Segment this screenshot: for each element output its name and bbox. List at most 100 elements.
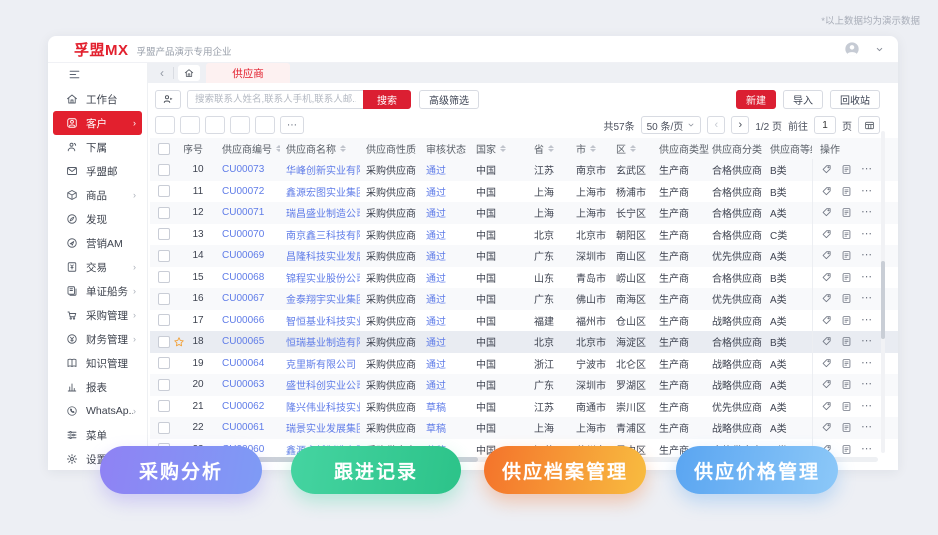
row-checkbox[interactable] bbox=[158, 228, 170, 241]
supplier-name-link[interactable]: 锦程实业股份公司 bbox=[280, 270, 360, 285]
sidebar-item[interactable]: 知识管理 › bbox=[53, 351, 142, 375]
next-page-button[interactable]: › bbox=[731, 116, 750, 134]
row-more-icon[interactable]: ⋯ bbox=[861, 250, 873, 261]
document-icon[interactable] bbox=[841, 293, 852, 304]
column-header[interactable]: 审核状态 bbox=[420, 141, 470, 156]
import-button[interactable]: 导入 bbox=[783, 89, 823, 109]
tag-icon[interactable] bbox=[821, 379, 832, 390]
tag-icon[interactable] bbox=[821, 401, 832, 412]
page-size-select[interactable]: 50 条/页 bbox=[640, 116, 702, 134]
sort-icon[interactable] bbox=[340, 144, 346, 153]
supplier-code-link[interactable]: CU00063 bbox=[212, 379, 280, 390]
supplier-name-link[interactable]: 鑫源宏图实业集团 bbox=[280, 184, 360, 199]
恒瑞基业制造有限...[interactable]: 18 CU00065 恒瑞基业制造有限... 采购供应商 通过 中国 北京 北京… bbox=[150, 331, 898, 353]
supplier-name-link[interactable]: 克里斯有限公司 bbox=[280, 356, 360, 371]
昌隆科技实业发展...[interactable]: 14 CU00069 昌隆科技实业发展... 采购供应商 通过 中国 广东 深圳… bbox=[150, 245, 898, 267]
row-checkbox[interactable] bbox=[158, 163, 170, 176]
vertical-scrollbar-thumb[interactable] bbox=[881, 261, 885, 339]
row-checkbox[interactable] bbox=[158, 271, 170, 284]
row-more-icon[interactable]: ⋯ bbox=[861, 164, 873, 175]
star-icon[interactable] bbox=[173, 336, 184, 348]
sidebar-item[interactable]: 采购管理 › bbox=[53, 303, 142, 327]
南京鑫三科技有限...[interactable]: 13 CU00070 南京鑫三科技有限... 采购供应商 通过 中国 北京 北京… bbox=[150, 223, 898, 245]
supplier-name-link[interactable]: 恒瑞基业制造有限... bbox=[280, 334, 360, 349]
supplier-name-link[interactable]: 瑞昌盛业制造公司 bbox=[280, 205, 360, 220]
document-icon[interactable] bbox=[841, 401, 852, 412]
sidebar-item[interactable]: 客户 › bbox=[53, 111, 142, 135]
supplier-code-link[interactable]: CU00068 bbox=[212, 272, 280, 283]
home-tab-button[interactable] bbox=[178, 65, 200, 81]
column-header[interactable]: 供应商等级 bbox=[764, 141, 812, 156]
supplier-name-link[interactable]: 华峰创新实业有限... bbox=[280, 162, 360, 177]
tag-icon[interactable] bbox=[821, 293, 832, 304]
advanced-filter-button[interactable]: 高级筛选 bbox=[419, 89, 479, 109]
tag-icon[interactable] bbox=[821, 336, 832, 347]
supplier-name-link[interactable]: 智恒基业科技实业 bbox=[280, 313, 360, 328]
search-button[interactable]: 搜索 bbox=[363, 89, 411, 109]
document-icon[interactable] bbox=[841, 186, 852, 197]
supplier-code-link[interactable]: CU00064 bbox=[212, 358, 280, 369]
column-header[interactable]: 供应商名称 bbox=[280, 141, 360, 156]
锦程实业股份公司[interactable]: 15 CU00068 锦程实业股份公司 采购供应商 通过 中国 山东 青岛市 崂… bbox=[150, 266, 898, 288]
batch-action-button[interactable] bbox=[155, 116, 175, 134]
contact-filter-button[interactable] bbox=[155, 89, 181, 109]
supplier-code-link[interactable]: CU00065 bbox=[212, 336, 280, 347]
floating-action-button[interactable]: 跟进记录 bbox=[291, 446, 461, 494]
document-icon[interactable] bbox=[841, 229, 852, 240]
sidebar-item[interactable]: 财务管理 › bbox=[53, 327, 142, 351]
select-all-checkbox[interactable] bbox=[158, 142, 170, 155]
row-more-icon[interactable]: ⋯ bbox=[861, 336, 873, 347]
recycle-bin-button[interactable]: 回收站 bbox=[830, 89, 880, 109]
sort-icon[interactable] bbox=[548, 144, 554, 153]
goto-page-input[interactable] bbox=[814, 116, 836, 134]
tag-icon[interactable] bbox=[821, 422, 832, 433]
tag-icon[interactable] bbox=[821, 250, 832, 261]
document-icon[interactable] bbox=[841, 164, 852, 175]
column-settings-button[interactable] bbox=[858, 116, 880, 134]
floating-action-button[interactable]: 供应价格管理 bbox=[676, 446, 838, 494]
tag-icon[interactable] bbox=[821, 358, 832, 369]
row-checkbox[interactable] bbox=[158, 185, 170, 198]
row-more-icon[interactable]: ⋯ bbox=[861, 400, 873, 412]
row-checkbox[interactable] bbox=[158, 335, 170, 348]
supplier-code-link[interactable]: CU00067 bbox=[212, 293, 280, 304]
supplier-code-link[interactable]: CU00071 bbox=[212, 207, 280, 218]
row-more-icon[interactable]: ⋯ bbox=[861, 314, 873, 326]
supplier-code-link[interactable]: CU00070 bbox=[212, 229, 280, 240]
sidebar-item[interactable]: 交易 › bbox=[53, 255, 142, 279]
瑞昌盛业制造公司[interactable]: 12 CU00071 瑞昌盛业制造公司 采购供应商 通过 中国 上海 上海市 长… bbox=[150, 202, 898, 224]
column-header[interactable]: 供应商类型 bbox=[655, 141, 710, 156]
隆兴伟业科技实业[interactable]: 21 CU00062 隆兴伟业科技实业 采购供应商 草稿 中国 江苏 南通市 崇… bbox=[150, 395, 898, 417]
supplier-name-link[interactable]: 昌隆科技实业发展... bbox=[280, 248, 360, 263]
row-checkbox[interactable] bbox=[158, 249, 170, 262]
sidebar-item[interactable]: 孚盟邮 › bbox=[53, 159, 142, 183]
document-icon[interactable] bbox=[841, 379, 852, 390]
column-header[interactable]: 供应商分类 bbox=[710, 141, 764, 156]
tag-icon[interactable] bbox=[821, 186, 832, 197]
batch-action-button[interactable] bbox=[255, 116, 275, 134]
row-checkbox[interactable] bbox=[158, 421, 170, 434]
盛世科创实业公司[interactable]: 20 CU00063 盛世科创实业公司 采购供应商 通过 中国 广东 深圳市 罗… bbox=[150, 374, 898, 396]
floating-action-button[interactable]: 供应档案管理 bbox=[484, 446, 646, 494]
batch-action-button[interactable] bbox=[205, 116, 225, 134]
more-actions-button[interactable]: ⋯ bbox=[280, 116, 304, 134]
华峰创新实业有限...[interactable]: 10 CU00073 华峰创新实业有限... 采购供应商 通过 中国 江苏 南京… bbox=[150, 159, 898, 181]
鑫源宏图实业集团[interactable]: 11 CU00072 鑫源宏图实业集团 采购供应商 通过 中国 上海 上海市 杨… bbox=[150, 180, 898, 202]
supplier-name-link[interactable]: 南京鑫三科技有限... bbox=[280, 227, 360, 242]
row-checkbox[interactable] bbox=[158, 314, 170, 327]
new-button[interactable]: 新建 bbox=[736, 89, 776, 109]
sidebar-collapse[interactable] bbox=[48, 63, 147, 85]
sidebar-item[interactable]: 菜单 › bbox=[53, 423, 142, 447]
document-icon[interactable] bbox=[841, 315, 852, 326]
document-icon[interactable] bbox=[841, 207, 852, 218]
column-header[interactable]: 操作 bbox=[812, 138, 876, 159]
sidebar-item[interactable]: WhatsAp... › bbox=[53, 399, 142, 423]
sidebar-item[interactable]: 下属 › bbox=[53, 135, 142, 159]
document-icon[interactable] bbox=[841, 358, 852, 369]
floating-action-button[interactable]: 采购分析 bbox=[100, 446, 262, 494]
search-input[interactable] bbox=[187, 89, 363, 109]
sidebar-item[interactable]: 商品 › bbox=[53, 183, 142, 207]
chevron-down-icon[interactable] bbox=[875, 45, 884, 54]
document-icon[interactable] bbox=[841, 250, 852, 261]
supplier-code-link[interactable]: CU00069 bbox=[212, 250, 280, 261]
